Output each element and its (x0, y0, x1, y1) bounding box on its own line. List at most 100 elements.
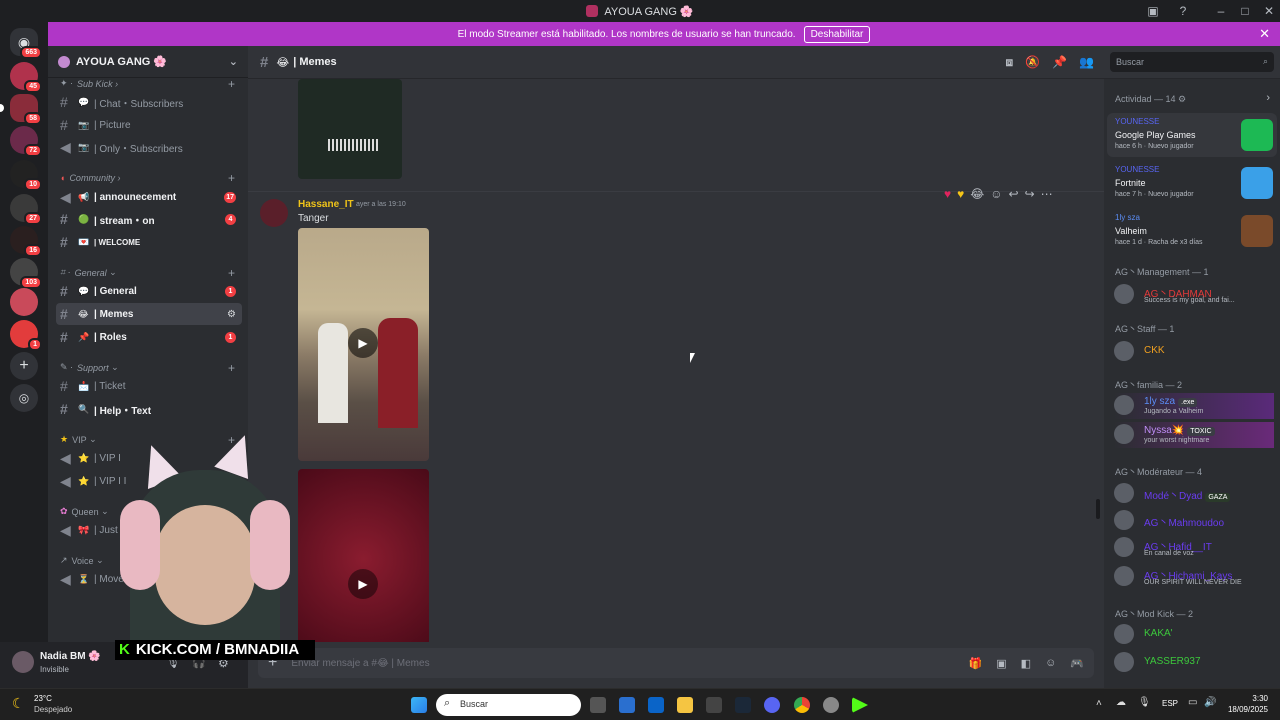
disable-streamer-button[interactable]: Deshabilitar (803, 25, 871, 43)
chevron-right-icon[interactable]: › (1266, 92, 1270, 104)
more-icon[interactable]: ⋯ (1041, 187, 1053, 201)
onedrive-icon[interactable]: ☁ (1116, 697, 1126, 708)
threads-icon[interactable]: ⧈ (1006, 55, 1014, 70)
member-list-icon[interactable]: 👥 (1079, 55, 1094, 70)
category-sub-kick[interactable]: ✦ · Sub Kick › + (60, 77, 235, 91)
message-composer[interactable]: + Enviar mensaje a #😂 | Memes 🎁 ▣ ◧ ☺ 🎮 (258, 648, 1094, 678)
member-item[interactable]: 1ly sza .exe Jugando a Valheim (1114, 393, 1274, 419)
member-item[interactable]: Modé丶Dyad GAZA (1114, 481, 1274, 507)
store-icon[interactable] (619, 697, 635, 713)
add-server-icon[interactable]: + (10, 352, 38, 380)
network-icon[interactable]: ▭ (1188, 697, 1197, 708)
server-icon[interactable] (10, 288, 38, 316)
task-view-icon[interactable] (590, 697, 606, 713)
search-input[interactable]: Buscar ⌕ (1110, 52, 1274, 72)
play-icon[interactable]: ▶ (348, 328, 378, 358)
windows-start-icon[interactable] (411, 697, 427, 713)
server-icon[interactable]: 1 (10, 320, 42, 351)
server-icon[interactable]: 103 (10, 258, 42, 289)
gift-icon[interactable]: 🎁 (969, 657, 983, 670)
chrome-icon[interactable] (794, 697, 810, 713)
member-item[interactable]: CKK (1114, 339, 1274, 365)
activity-card[interactable]: 1ly sza Valheim hace 1 d · Racha de x3 d… (1107, 209, 1277, 253)
chevron-down-icon[interactable]: ⌄ (229, 55, 238, 68)
yellow-heart-reaction-icon[interactable]: ♥ (957, 187, 964, 201)
reply-icon[interactable]: ↩ (1009, 187, 1019, 201)
outlook-icon[interactable] (648, 697, 664, 713)
category-community[interactable]: ◖ Community › + (60, 171, 235, 185)
category-support[interactable]: ✎ · Support ⌄ + (60, 361, 235, 375)
tray-chevron-up-icon[interactable]: ˄ (1096, 698, 1102, 709)
category-general[interactable]: ⌗ · General ⌄ + (60, 266, 235, 280)
add-channel-icon[interactable]: + (228, 266, 235, 280)
avatar[interactable] (12, 651, 34, 673)
add-reaction-icon[interactable]: ☺ (990, 187, 1002, 201)
weather-moon-icon[interactable]: ☾ (12, 695, 25, 712)
add-channel-icon[interactable]: + (228, 77, 235, 91)
play-icon[interactable]: ▶ (348, 569, 378, 599)
channel-picture[interactable]: # 📷 | Picture (56, 114, 242, 136)
server-header[interactable]: AYOUA GANG 🌸 ⌄ (48, 46, 248, 78)
minimize-button[interactable]: – (1208, 0, 1234, 22)
channel-general[interactable]: # 💬 | General 1 (56, 280, 242, 302)
capture-icon[interactable] (706, 697, 722, 713)
heart-reaction-icon[interactable]: ♥ (944, 187, 951, 201)
member-item[interactable]: AG丶DAHMAN Success is my goal, and fai... (1114, 282, 1274, 308)
sticker-icon[interactable]: ◧ (1021, 657, 1031, 670)
add-channel-icon[interactable]: + (228, 171, 235, 185)
volume-icon[interactable]: 🔊 (1204, 697, 1216, 708)
member-item[interactable]: AG丶Hafid__IT En canal de voz (1114, 535, 1274, 561)
laugh-reaction-icon[interactable]: 😂 (970, 187, 984, 201)
explore-icon[interactable]: ◎ (10, 384, 38, 412)
server-icon[interactable]: 10 (10, 160, 42, 191)
scrollbar-thumb[interactable] (1096, 499, 1100, 519)
apps-icon[interactable]: 🎮 (1070, 657, 1084, 670)
activity-card[interactable]: YOUNESSE Fortnite hace 7 h · Nuevo jugad… (1107, 161, 1277, 205)
gif-icon[interactable]: ▣ (996, 657, 1006, 670)
clock-date[interactable]: 18/09/2025 (1220, 705, 1268, 714)
forward-icon[interactable]: ↪ (1025, 187, 1035, 201)
steam-icon[interactable] (735, 697, 751, 713)
taskbar-search-input[interactable]: ⌕ Buscar (436, 694, 581, 716)
file-explorer-icon[interactable] (677, 697, 693, 713)
inbox-icon[interactable]: ▣ (1140, 0, 1166, 22)
member-item[interactable]: KAKA' (1114, 622, 1274, 648)
server-icon[interactable]: 72 (10, 126, 42, 157)
member-item[interactable]: AG丶Hichami_Kays OUR SPIRIT WILL NEVER DIE (1114, 564, 1274, 590)
obs-icon[interactable] (823, 697, 839, 713)
kick-icon[interactable] (852, 697, 868, 713)
channel-ticket[interactable]: # 📩 | Ticket (56, 375, 242, 397)
attachment-image[interactable] (298, 79, 402, 179)
discord-icon[interactable] (764, 697, 780, 713)
activity-card[interactable]: YOUNESSE Google Play Games hace 6 h · Nu… (1107, 113, 1277, 157)
member-item[interactable]: Nyssa💥 TOXIC your worst nightmare (1114, 422, 1274, 448)
settings-gear-icon[interactable]: ⚙ (227, 309, 236, 320)
language-indicator[interactable]: ESP (1162, 699, 1178, 708)
clock-time[interactable]: 3:30 (1226, 694, 1268, 703)
video-attachment[interactable]: ▶ (298, 228, 429, 461)
channel-stream-on[interactable]: # 🟢 | stream・on 4 (56, 208, 242, 230)
member-item[interactable]: YASSER937 (1114, 650, 1274, 676)
member-item[interactable]: AG丶Mahmoudoo (1114, 508, 1274, 534)
channel-help-text[interactable]: # 🔍 | Help・Text (56, 398, 242, 420)
server-icon[interactable]: 58 (0, 94, 42, 125)
channel-only-subscribers[interactable]: ◀ 📷 | Only・Subscribers (56, 136, 242, 158)
close-window-button[interactable]: ✕ (1256, 0, 1280, 22)
microphone-icon[interactable]: 🎙 (1138, 697, 1151, 708)
notifications-muted-icon[interactable]: 🔕 (1025, 55, 1040, 70)
message-author[interactable]: Hassane_IT (298, 199, 354, 210)
maximize-button[interactable]: □ (1232, 0, 1258, 22)
channel-chat-subscribers[interactable]: # 💬 | Chat・Subscribers (56, 91, 242, 113)
channel-roles[interactable]: # 📌 | Roles 1 (56, 326, 242, 348)
server-icon[interactable]: 27 (10, 194, 42, 225)
close-icon[interactable]: ✕ (1259, 26, 1270, 42)
channel-welcome[interactable]: # 💌 | WELCOME (56, 231, 242, 253)
add-channel-icon[interactable]: + (228, 361, 235, 375)
direct-messages-icon[interactable]: ◉ 663 (10, 28, 42, 59)
help-icon[interactable]: ? (1170, 0, 1196, 22)
emoji-icon[interactable]: ☺ (1045, 657, 1056, 670)
activity-header[interactable]: Actividad — 14 ⚙ (1115, 94, 1186, 105)
channel-announcement[interactable]: ◀ 📢 | announecement 17 (56, 186, 242, 208)
pin-icon[interactable]: 📌 (1052, 55, 1067, 70)
channel-memes[interactable]: # 😂 | Memes ⚙ (56, 303, 242, 325)
